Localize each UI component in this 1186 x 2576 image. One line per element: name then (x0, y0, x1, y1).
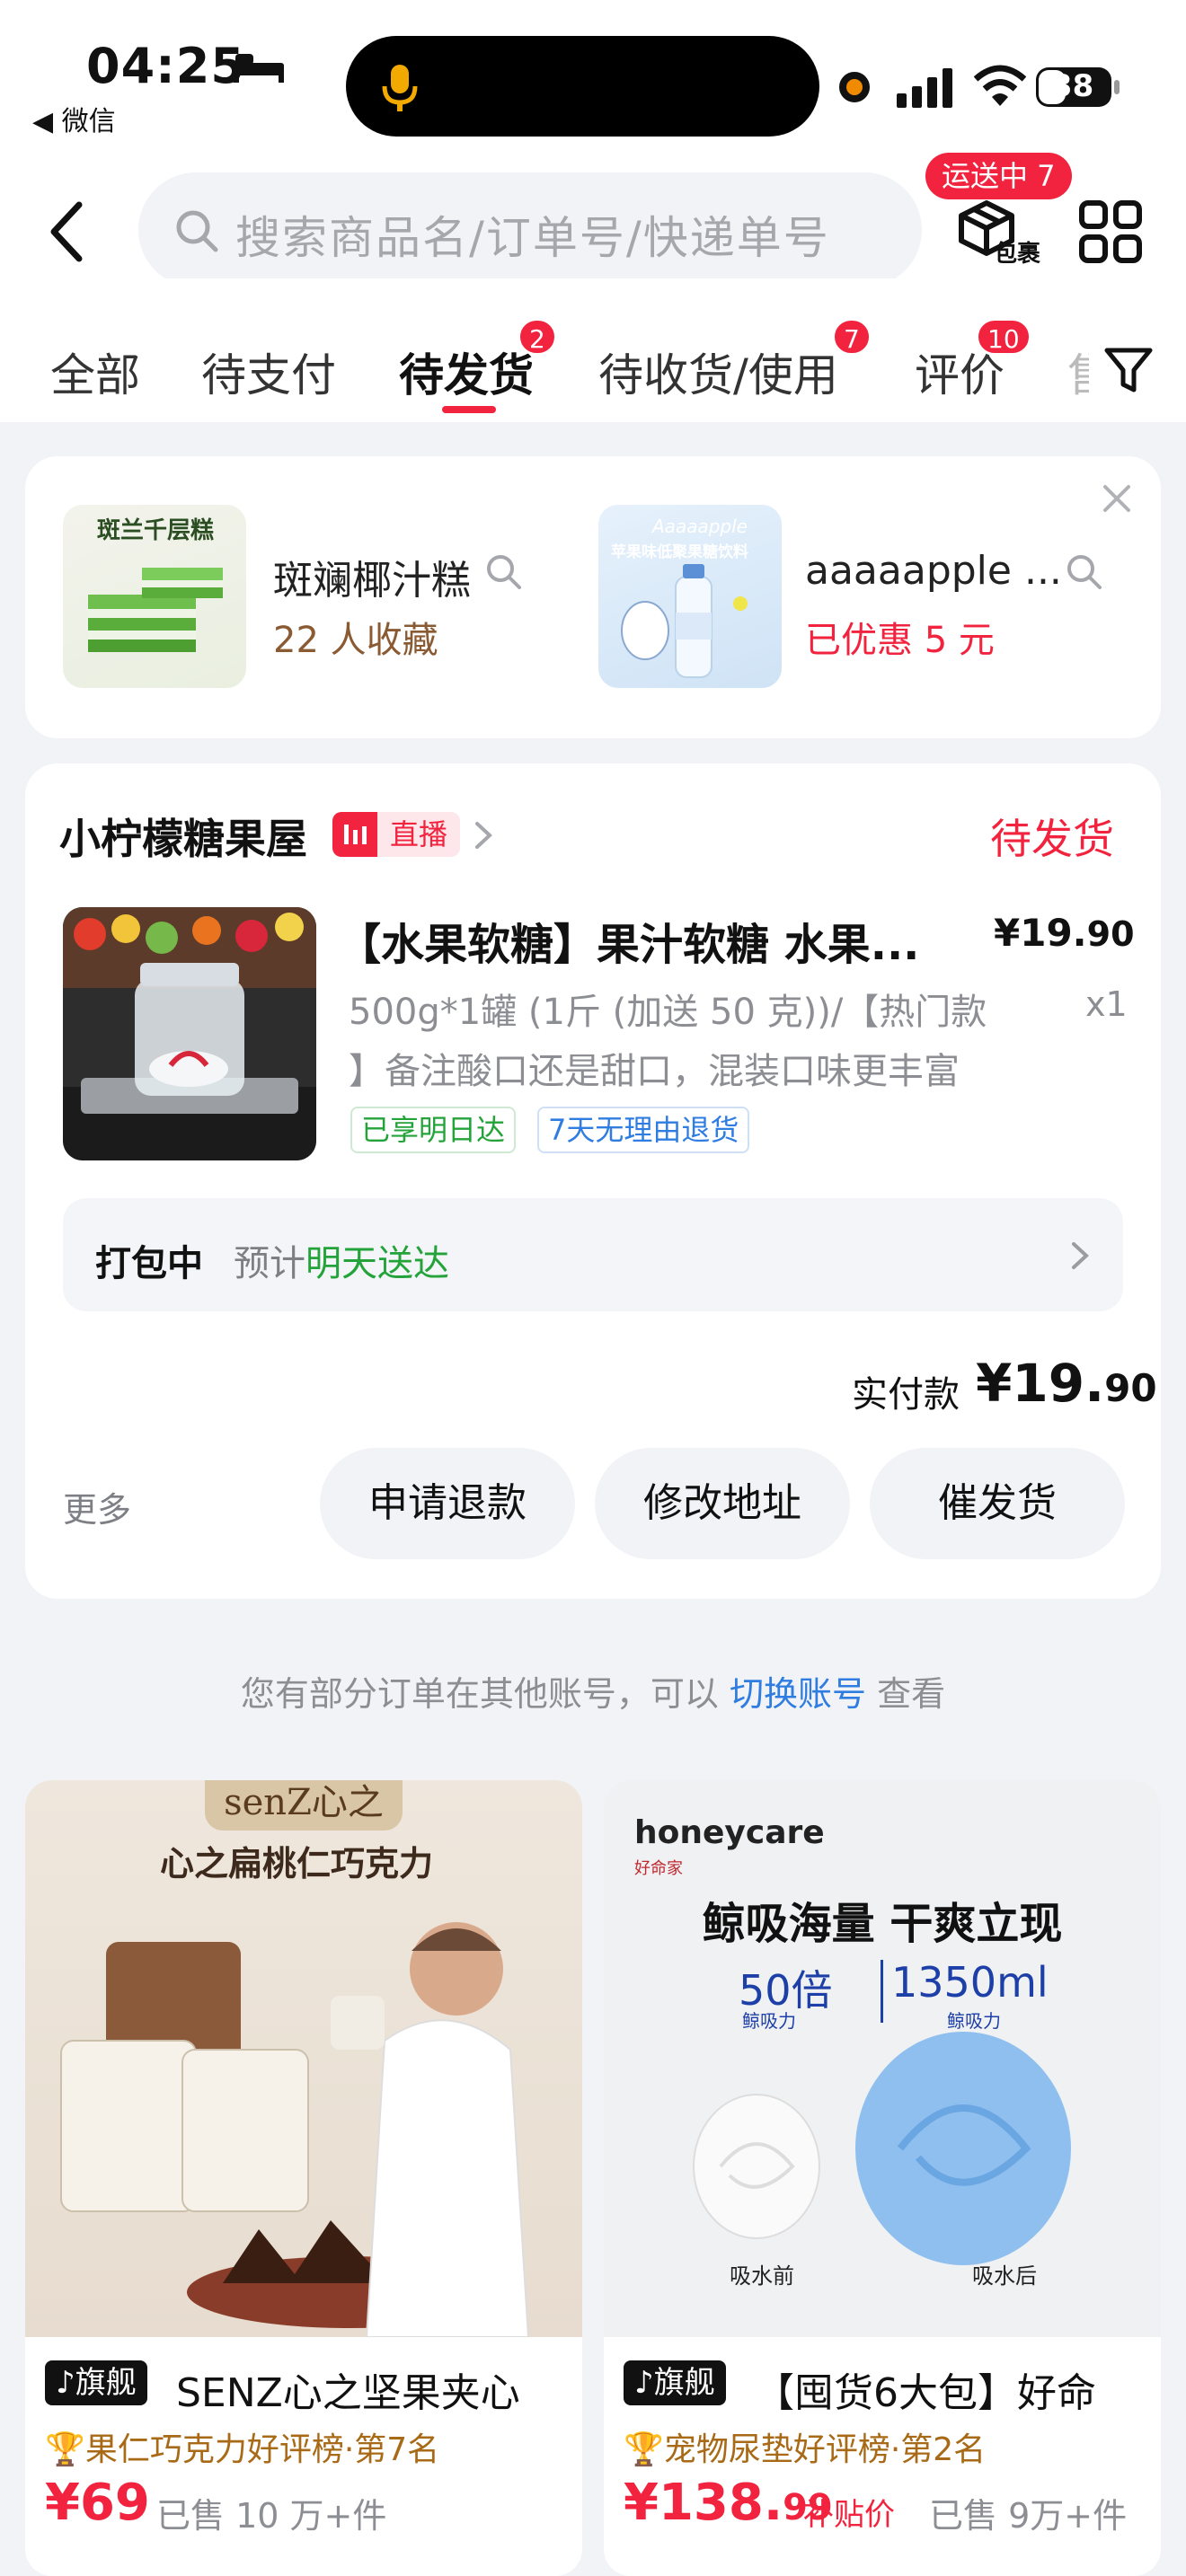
product-image[interactable] (63, 907, 316, 1160)
ranking-label: 🏆果仁巧克力好评榜·第7名 (45, 2423, 439, 2470)
sold-count: 已售 9万+件 (929, 2496, 1128, 2536)
more-button[interactable]: 更多 (63, 1482, 131, 1531)
tab-pending-shipment[interactable]: 待发货 (399, 340, 534, 404)
product-spec: 】备注酸口还是甜口，混装口味更丰富 (349, 1051, 960, 1092)
tab-pending-payment[interactable]: 待支付 (201, 340, 336, 404)
grid-menu-icon[interactable] (1078, 199, 1143, 264)
back-to-wechat-link[interactable]: ◀ 微信 (32, 99, 116, 138)
cellular-signal-icon (897, 68, 952, 108)
notice-text: 您有部分订单在其他账号，可以 (240, 1674, 730, 1714)
tab-after-sales[interactable]: 售 (1067, 340, 1089, 404)
live-tag[interactable]: 直播 (332, 812, 461, 857)
product-spec: 500g*1罐 (1斤 (加送 50 克))/【热门款 (349, 992, 987, 1033)
shipping-status: 打包中 (95, 1243, 203, 1284)
paid-main: ¥19. (976, 1353, 1105, 1414)
shipping-progress[interactable] (63, 1198, 1123, 1311)
close-icon[interactable] (1100, 481, 1134, 516)
tab-badge: 7 (832, 318, 872, 356)
package-label: 包裹 (994, 241, 1041, 268)
shop-name[interactable]: 小柠檬糖果屋 (59, 807, 307, 866)
recommendation-name[interactable]: aaaaapple ... (805, 548, 1062, 594)
product-title: SENZ心之坚果夹心 (176, 2370, 520, 2416)
clock: 04:25 (86, 38, 245, 94)
price-main: ¥138. (624, 2474, 783, 2532)
product-quantity: x1 (1085, 984, 1128, 1024)
favorites-count: 22 人收藏 (273, 620, 438, 661)
filter-icon[interactable] (1102, 343, 1155, 397)
return-policy-tag: 7天无理由退货 (537, 1107, 750, 1153)
wifi-icon (974, 65, 1026, 106)
in-transit-badge: 运送中 7 (925, 153, 1072, 199)
product-price: ¥69 (45, 2474, 150, 2532)
trophy-icon: 🏆 (624, 2431, 664, 2468)
douyin-icon: ♪ (56, 2365, 75, 2401)
back-arrow-icon[interactable] (43, 199, 97, 264)
product-image: senZ心之 心之扁桃仁巧克力 (25, 1780, 582, 2337)
change-address-button[interactable]: 修改地址 (595, 1448, 850, 1559)
douyin-icon: ♪ (634, 2365, 654, 2401)
tab-all[interactable]: 全部 (50, 340, 140, 404)
search-icon[interactable] (1064, 551, 1103, 591)
product-thumbnail[interactable]: Aaaaapple 苹果味低聚果糖饮料 (598, 505, 782, 688)
search-icon[interactable] (483, 551, 523, 591)
search-placeholder: 搜索商品名/订单号/快递单号 (235, 212, 830, 264)
product-card[interactable]: senZ心之 心之扁桃仁巧克力 ♪旗舰 SENZ心之坚果夹心 🏆果仁巧克力好评榜… (25, 1780, 582, 2576)
chevron-right-icon (1072, 1242, 1089, 1269)
subsidy-price-label: 补贴价 (803, 2497, 895, 2533)
notice-text: 查看 (866, 1674, 946, 1714)
tab-badge: 10 (976, 318, 1031, 356)
flagship-badge: ♪旗舰 (45, 2360, 147, 2405)
product-price: ¥138.99 (624, 2474, 833, 2532)
discount-text: 已优惠 5 元 (805, 620, 995, 661)
tab-pending-receipt[interactable]: 待收货/使用 (598, 340, 838, 404)
battery-level: 38 (1051, 68, 1094, 104)
price-main: ¥19. (994, 911, 1087, 955)
switch-account-link[interactable]: 切换账号 (730, 1674, 866, 1714)
product-price: ¥19.90 (994, 911, 1135, 955)
microphone-icon (382, 65, 418, 111)
sold-count: 已售 10 万+件 (156, 2496, 387, 2536)
paid-amount: ¥19.90 (976, 1353, 1157, 1414)
ranking-text: 宠物尿垫好评榜·第2名 (663, 2431, 987, 2468)
product-card[interactable]: honeycare 好命家 鲸吸海量 干爽立现 50倍 鲸吸力 1350ml 鲸… (604, 1780, 1161, 2576)
estimate-label: 预计 (234, 1243, 305, 1284)
trophy-icon: 🏆 (45, 2431, 85, 2468)
request-refund-button[interactable]: 申请退款 (320, 1448, 575, 1559)
ranking-label: 🏆宠物尿垫好评榜·第2名 (624, 2423, 986, 2470)
flagship-label: 旗舰 (653, 2365, 715, 2401)
paid-amount-label: 实付款 (852, 1374, 960, 1416)
battery-icon: 38 (1035, 66, 1121, 108)
ranking-text: 果仁巧克力好评榜·第7名 (84, 2431, 440, 2468)
switch-account-notice: 您有部分订单在其他账号，可以 切换账号 查看 (0, 1666, 1186, 1716)
price-decimal: 90 (1086, 914, 1135, 954)
before-label: 吸水前 (730, 2263, 794, 2289)
next-day-tag: 已享明日达 (350, 1107, 517, 1153)
flagship-badge: ♪旗舰 (624, 2360, 726, 2405)
live-stream-icon (332, 812, 377, 857)
live-label: 直播 (377, 812, 461, 857)
product-title: 【囤货6大包】好命 (755, 2370, 1096, 2416)
recording-indicator (839, 72, 870, 102)
paid-decimal: 90 (1104, 1366, 1157, 1410)
urge-shipment-button[interactable]: 催发货 (870, 1448, 1125, 1559)
recommendation-name[interactable]: 斑斓椰汁糕 (273, 548, 471, 605)
active-tab-indicator (442, 406, 496, 413)
product-title[interactable]: 【水果软糖】果汁软糖 水果... (338, 909, 919, 972)
sleep-focus-icon (234, 54, 284, 83)
product-thumbnail[interactable]: 斑兰千层糕 (63, 505, 246, 688)
search-icon (176, 210, 218, 252)
flagship-label: 旗舰 (75, 2365, 137, 2401)
tab-badge: 2 (518, 318, 557, 356)
estimate-date: 明天送达 (305, 1243, 449, 1284)
after-label: 吸水后 (972, 2263, 1037, 2289)
order-status: 待发货 (990, 815, 1114, 863)
chevron-right-icon[interactable] (473, 819, 494, 851)
product-image: honeycare 好命家 鲸吸海量 干爽立现 50倍 鲸吸力 1350ml 鲸… (604, 1780, 1161, 2337)
